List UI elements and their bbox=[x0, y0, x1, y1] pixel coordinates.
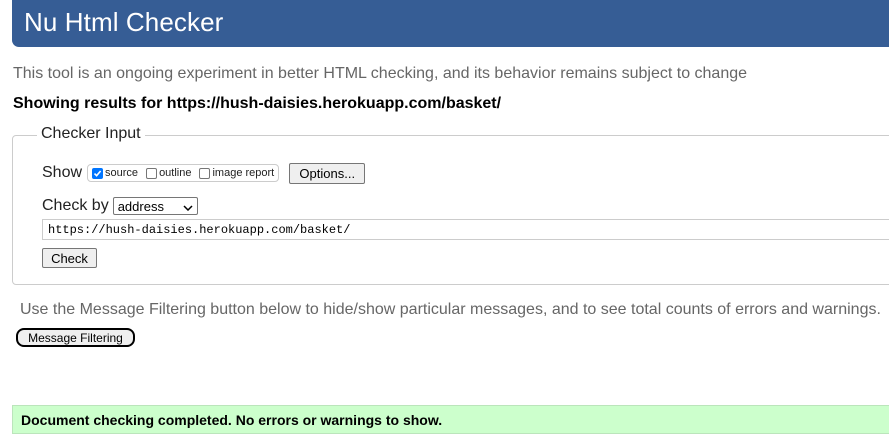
check-by-label: Check by bbox=[42, 197, 109, 214]
check-by-selected-value: address bbox=[117, 198, 164, 214]
source-checkbox-label: source bbox=[105, 167, 139, 179]
checker-input-fieldset: Checker Input Show source outline image … bbox=[12, 125, 889, 285]
filtering-note: Use the Message Filtering button below t… bbox=[20, 301, 881, 318]
check-by-select[interactable]: address bbox=[112, 197, 198, 215]
message-filtering-button[interactable]: Message Filtering bbox=[16, 328, 135, 347]
intro-text: This tool is an ongoing experiment in be… bbox=[13, 65, 748, 82]
results-heading: Showing results for https://hush-daisies… bbox=[13, 95, 502, 112]
checker-input-legend: Checker Input bbox=[37, 125, 145, 143]
checkbox-unchecked-icon[interactable] bbox=[199, 167, 211, 179]
status-message: Document checking completed. No errors o… bbox=[12, 405, 889, 434]
url-input[interactable]: https://hush-daisies.herokuapp.com/baske… bbox=[42, 219, 889, 240]
checkbox-unchecked-icon[interactable] bbox=[146, 167, 158, 179]
source-checkbox[interactable]: source bbox=[92, 167, 138, 179]
header-bar: Nu Html Checker bbox=[12, 0, 889, 47]
show-label: Show bbox=[42, 164, 83, 181]
check-by-row: Check by address bbox=[42, 196, 198, 216]
chevron-down-icon bbox=[183, 199, 193, 214]
check-button[interactable]: Check bbox=[42, 248, 97, 268]
show-options-group: source outline image report bbox=[87, 164, 280, 182]
page-title: Nu Html Checker bbox=[24, 7, 224, 37]
outline-checkbox-label: outline bbox=[159, 167, 192, 179]
options-button[interactable]: Options... bbox=[289, 162, 366, 184]
show-row: Show source outline image report Options… bbox=[42, 162, 366, 184]
checkbox-checked-icon[interactable] bbox=[92, 167, 104, 179]
outline-checkbox[interactable]: outline bbox=[146, 167, 191, 179]
image-report-checkbox-label: image report bbox=[212, 167, 275, 179]
image-report-checkbox[interactable]: image report bbox=[199, 167, 274, 179]
